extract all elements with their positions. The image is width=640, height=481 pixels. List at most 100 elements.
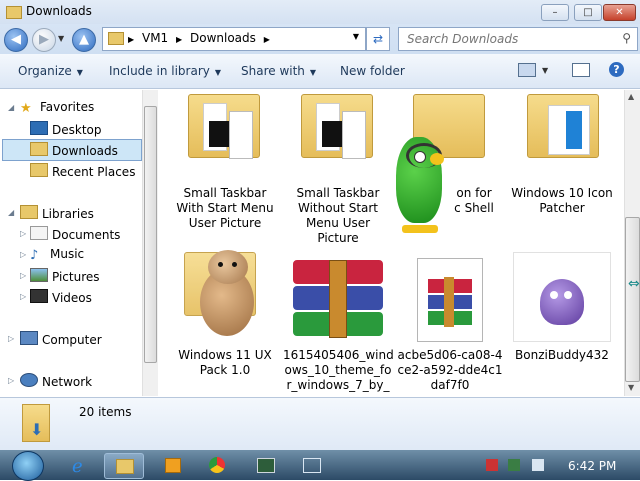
search-input[interactable] xyxy=(405,31,609,47)
maximize-button[interactable]: □ xyxy=(574,4,602,21)
change-view-icon[interactable] xyxy=(518,63,536,77)
nav-item-videos[interactable]: Videos xyxy=(30,289,92,305)
view-dropdown-icon[interactable]: ▼ xyxy=(542,66,548,75)
clock[interactable]: 6:42 PM xyxy=(568,459,616,473)
action-center-icon[interactable] xyxy=(486,459,498,471)
nav-item-desktop-label: Desktop xyxy=(52,123,102,137)
address-bar[interactable]: ▶ VM1 ▶ Downloads ▶ ▼ xyxy=(102,27,366,51)
app-taskbar-button[interactable] xyxy=(246,453,284,477)
explorer-icon xyxy=(116,459,134,474)
nav-scrollbar-thumb[interactable] xyxy=(144,106,157,363)
folder-icon xyxy=(301,94,373,159)
breadcrumb-downloads[interactable]: Downloads xyxy=(190,31,256,45)
nav-computer[interactable]: Computer xyxy=(20,331,102,347)
file-item[interactable]: 1615405406_wind ows_10_theme_fo r_windows_… xyxy=(283,258,394,398)
breadcrumb-chevron-icon[interactable]: ▶ xyxy=(264,35,270,44)
media-player-icon xyxy=(165,458,181,473)
nav-item-downloads-label: Downloads xyxy=(52,144,118,158)
window-title: Downloads xyxy=(26,4,92,18)
breadcrumb-chevron-icon[interactable]: ▶ xyxy=(128,35,134,44)
window-switcher-taskbar-button[interactable] xyxy=(292,453,330,477)
file-item[interactable]: acbe5d06-ca08-4 ce2-a592-dde4c1 daf7f0 xyxy=(395,258,505,398)
expand-arrow-icon[interactable]: ▷ xyxy=(8,334,14,343)
winrar-archive-icon xyxy=(417,258,483,342)
music-icon: ♪ xyxy=(30,248,39,263)
organize-label: Organize xyxy=(18,64,72,78)
chrome-taskbar-button[interactable] xyxy=(198,453,236,477)
close-button[interactable]: ✕ xyxy=(603,4,636,21)
nav-item-music[interactable]: ♪ Music xyxy=(30,247,85,263)
explorer-taskbar-button[interactable] xyxy=(104,453,144,479)
help-icon[interactable]: ? xyxy=(609,62,624,77)
ie-taskbar-button[interactable]: ℯ xyxy=(62,453,100,477)
minimize-button[interactable]: – xyxy=(541,4,569,21)
pictures-icon xyxy=(30,268,48,282)
search-box[interactable]: ⚲ xyxy=(398,27,638,51)
window-switcher-icon xyxy=(303,458,321,473)
expand-arrow-icon[interactable]: ▷ xyxy=(20,271,26,280)
network-tray-icon[interactable] xyxy=(508,459,520,471)
organize-button[interactable]: Organize ▼ xyxy=(18,64,83,78)
new-folder-button[interactable]: New folder xyxy=(340,64,405,78)
documents-icon xyxy=(30,226,48,240)
volume-icon[interactable] xyxy=(532,459,544,471)
start-button[interactable] xyxy=(12,451,44,481)
chevron-down-icon: ▼ xyxy=(309,68,317,77)
window-folder-icon xyxy=(6,6,22,19)
file-item[interactable]: Windows 10 Icon Patcher xyxy=(507,92,617,222)
nav-item-recent-places-label: Recent Places xyxy=(52,165,136,179)
breadcrumb: ▶ VM1 ▶ Downloads ▶ xyxy=(128,31,274,45)
file-name: acbe5d06-ca08-4 ce2-a592-dde4c1 daf7f0 xyxy=(397,348,503,392)
folder-icon xyxy=(188,94,260,159)
expand-arrow-icon[interactable]: ▷ xyxy=(8,376,14,385)
file-item[interactable]: Small Taskbar With Start Menu User Picture xyxy=(170,92,280,232)
share-with-button[interactable]: Share with ▼ xyxy=(241,64,316,78)
file-name: BonziBuddy432 xyxy=(515,348,609,362)
resize-cursor-icon: ⇔ xyxy=(628,276,640,292)
nav-network-label: Network xyxy=(42,375,93,389)
file-item[interactable]: BonziBuddy432 xyxy=(507,252,617,372)
nav-favorites-label: Favorites xyxy=(40,100,95,114)
winrar-icon xyxy=(293,260,383,338)
back-button[interactable]: ◀ xyxy=(4,28,28,52)
file-item[interactable]: Windows 11 UX Pack 1.0 xyxy=(170,250,280,380)
chevron-down-icon: ▼ xyxy=(76,68,83,77)
parrot-agent-icon[interactable] xyxy=(392,135,450,241)
nav-network[interactable]: Network xyxy=(20,373,92,389)
scroll-up-arrow-icon[interactable]: ▲ xyxy=(628,92,634,101)
nav-item-documents[interactable]: Documents xyxy=(30,226,120,242)
folder-icon xyxy=(527,94,599,158)
preview-pane-icon[interactable] xyxy=(572,63,590,77)
nav-item-music-label: Music xyxy=(50,247,85,261)
scroll-down-arrow-icon[interactable]: ▼ xyxy=(628,383,634,392)
nav-item-pictures[interactable]: Pictures xyxy=(30,268,100,284)
forward-button[interactable]: ▶ xyxy=(32,28,56,52)
breadcrumb-vm1[interactable]: VM1 xyxy=(142,31,168,45)
breadcrumb-chevron-icon[interactable]: ▶ xyxy=(176,35,182,44)
collapse-arrow-icon[interactable]: ◢ xyxy=(8,208,14,217)
collapse-arrow-icon[interactable]: ◢ xyxy=(8,103,14,112)
recent-pages-dropdown-icon[interactable]: ▼ xyxy=(58,34,64,43)
include-in-library-button[interactable]: Include in library ▼ xyxy=(109,64,221,78)
bonzi-icon xyxy=(513,252,611,342)
expand-arrow-icon[interactable]: ▷ xyxy=(20,250,26,259)
file-item[interactable]: Small Taskbar Without Start Menu User Pictu… xyxy=(283,92,393,248)
media-player-taskbar-button[interactable] xyxy=(154,453,192,477)
nav-item-recent-places[interactable]: Recent Places xyxy=(30,163,135,179)
address-dropdown-icon[interactable]: ▼ xyxy=(353,32,359,41)
nav-computer-label: Computer xyxy=(42,333,102,347)
expand-arrow-icon[interactable]: ▷ xyxy=(20,292,26,301)
nav-libraries[interactable]: Libraries xyxy=(20,205,94,221)
library-icon xyxy=(20,205,38,219)
refresh-icon[interactable]: ⇄ xyxy=(366,27,390,51)
nav-favorites[interactable]: ★ Favorites xyxy=(20,100,95,116)
search-icon[interactable]: ⚲ xyxy=(622,31,631,45)
expand-arrow-icon[interactable]: ▷ xyxy=(20,229,26,238)
nav-item-downloads[interactable]: Downloads xyxy=(30,142,118,158)
up-button[interactable]: ▲ xyxy=(72,28,96,52)
file-name: Small Taskbar Without Start Menu User Pictu… xyxy=(296,186,380,245)
nav-item-desktop[interactable]: Desktop xyxy=(30,121,102,137)
item-count: 20 items xyxy=(79,405,132,419)
content-scrollbar-thumb[interactable] xyxy=(625,217,640,382)
hamster-agent-icon[interactable] xyxy=(198,248,256,340)
